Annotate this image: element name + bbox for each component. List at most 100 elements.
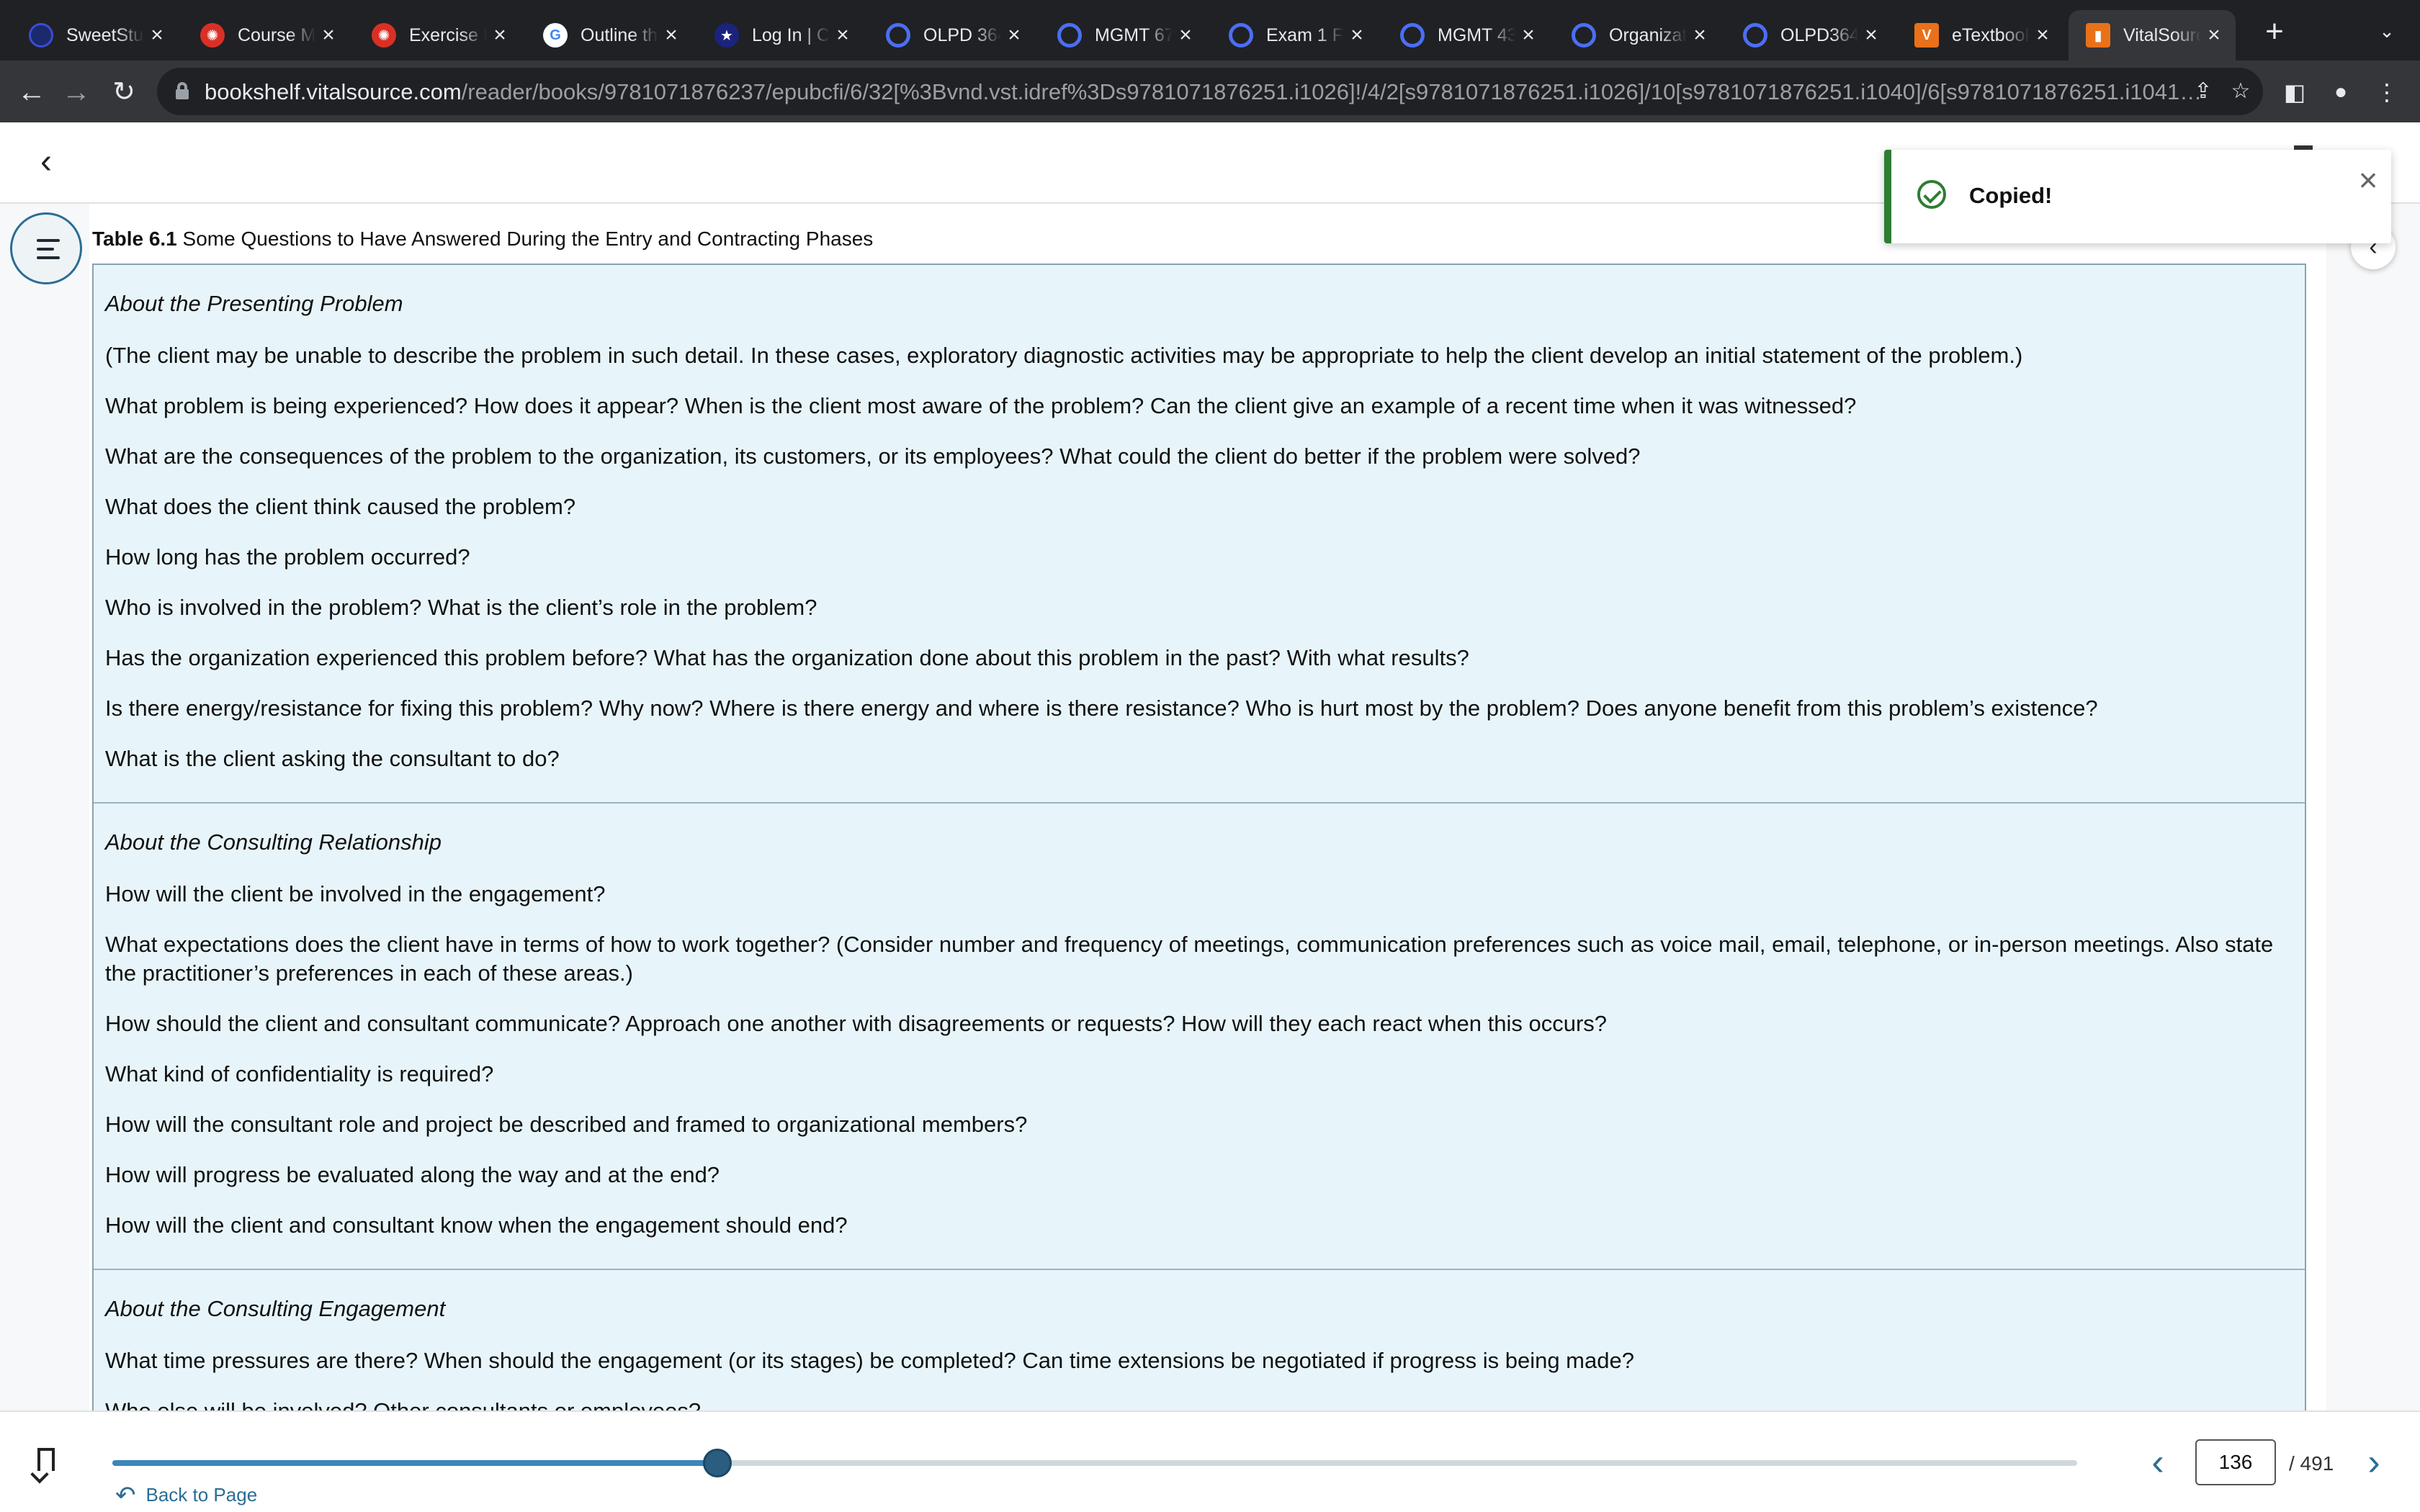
forward-arrow-icon[interactable]: → [58, 73, 95, 111]
share-icon[interactable]: ⇪ [2188, 76, 2218, 107]
undo-arrow-icon: ↶ [115, 1481, 136, 1509]
table-caption: Table 6.1 Some Questions to Have Answere… [92, 228, 873, 251]
table-caption-label: Table 6.1 [92, 228, 177, 250]
tab-close-icon[interactable]: × [144, 22, 170, 48]
browser-tab[interactable]: ▮ VitalSource× [2069, 10, 2236, 60]
tab-title: Organizational [1609, 24, 1687, 45]
tab-search-chevron-icon[interactable]: ⌄ [2374, 20, 2400, 46]
browser-toolbar: ← → ↻ bookshelf.vitalsource.com/reader/b… [0, 60, 2420, 122]
browser-tab[interactable]: Organizational× [1554, 10, 1721, 60]
question-item: Has the organization experienced this pr… [105, 645, 1469, 670]
previous-page-chevron-icon[interactable]: ‹ [2142, 1442, 2174, 1485]
tab-favicon-icon: ★ [714, 23, 739, 48]
toc-icon-line [37, 239, 60, 242]
more-menu-icon[interactable]: ⋮ [2371, 76, 2403, 108]
tab-favicon-icon: ▮ [2086, 23, 2110, 48]
question-item: What expectations does the client have i… [105, 932, 2274, 986]
tab-close-icon[interactable]: × [1687, 22, 1713, 48]
tab-close-icon[interactable]: × [830, 22, 856, 48]
tab-close-icon[interactable]: × [1515, 22, 1541, 48]
profile-avatar-icon[interactable]: ● [2325, 76, 2357, 108]
browser-tab[interactable]: OLPD 3640× [869, 10, 1036, 60]
tab-close-icon[interactable]: × [2201, 22, 2227, 48]
question-item: Who is involved in the problem? What is … [105, 595, 817, 620]
tab-title: Log In | Canvas [752, 24, 830, 45]
tab-close-icon[interactable]: × [1344, 22, 1370, 48]
bookmark-icon[interactable] [37, 1448, 55, 1471]
tab-close-icon[interactable]: × [658, 22, 684, 48]
lock-icon[interactable] [176, 82, 189, 99]
back-arrow-icon[interactable]: ← [13, 73, 50, 111]
browser-tab[interactable]: MGMT 6700× [1040, 10, 1207, 60]
page-total: / 491 [2289, 1452, 2334, 1475]
copied-toast: Copied! × [1884, 150, 2391, 243]
tab-close-icon[interactable]: × [487, 22, 513, 48]
check-circle-icon [1917, 180, 1946, 209]
table-section: About the Consulting Relationship How wil… [94, 804, 2305, 1270]
question-item: What does the client think caused the pr… [105, 494, 576, 519]
left-rail [0, 204, 89, 1410]
browser-tab[interactable]: G Outline the× [526, 10, 693, 60]
page-slider-fill [112, 1460, 718, 1466]
tab-favicon-icon [1743, 23, 1767, 48]
tab-favicon-icon: V [1914, 23, 1939, 48]
tab-title: eTextbook [1952, 24, 2030, 45]
page-slider[interactable] [112, 1449, 2077, 1477]
section-heading: About the Consulting Relationship [105, 829, 442, 855]
browser-tab[interactable]: SweetStudy× [12, 10, 179, 60]
tab-favicon-icon [1400, 23, 1425, 48]
browser-tab[interactable]: ✺ Exercise Instructions× [354, 10, 521, 60]
tab-close-icon[interactable]: × [2030, 22, 2056, 48]
section-heading: About the Consulting Engagement [105, 1296, 446, 1321]
table-section: About the Consulting Engagement What time… [94, 1270, 2305, 1414]
new-tab-button[interactable]: + [2259, 16, 2290, 48]
question-item: What are the consequences of the problem… [105, 444, 1641, 469]
question-item: How should the client and consultant com… [105, 1011, 1608, 1036]
tab-close-icon[interactable]: × [1173, 22, 1198, 48]
question-item: Is there energy/resistance for fixing th… [105, 696, 2098, 721]
page-slider-thumb[interactable] [703, 1449, 732, 1477]
url-text[interactable]: bookshelf.vitalsource.com/reader/books/9… [205, 79, 2207, 105]
browser-tab-strip: SweetStudy×✺Course Modules×✺Exercise Ins… [0, 0, 2420, 60]
next-page-chevron-icon[interactable]: › [2358, 1442, 2390, 1485]
tab-favicon-icon [886, 23, 910, 48]
close-icon[interactable]: × [2352, 163, 2384, 197]
reader-footer: ↶ Back to Page ‹ 136 / 491 › [0, 1410, 2420, 1512]
tab-close-icon[interactable]: × [315, 22, 341, 48]
question-item: What kind of confidentiality is required… [105, 1061, 494, 1086]
browser-tab[interactable]: ★ Log In | Canvas× [697, 10, 864, 60]
side-panel-icon[interactable]: ◧ [2279, 76, 2311, 108]
question-item: What is the client asking the consultant… [105, 746, 560, 771]
url-host: bookshelf.vitalsource.com [205, 79, 462, 104]
tab-close-icon[interactable]: × [1001, 22, 1027, 48]
reload-icon[interactable]: ↻ [105, 73, 143, 111]
tab-favicon-icon: ✺ [372, 23, 396, 48]
toc-icon-line [37, 248, 54, 251]
address-bar[interactable]: bookshelf.vitalsource.com/reader/books/9… [157, 68, 2263, 115]
bookmark-star-icon[interactable]: ☆ [2226, 76, 2256, 107]
question-item: How will the consultant role and project… [105, 1112, 1028, 1137]
browser-tab[interactable]: ✺ Course Modules× [183, 10, 350, 60]
tab-close-icon[interactable]: × [1858, 22, 1884, 48]
tab-favicon-icon [29, 23, 53, 48]
tab-favicon-icon [1057, 23, 1082, 48]
question-item: How will progress be evaluated along the… [105, 1162, 720, 1187]
page-number-input[interactable]: 136 [2195, 1439, 2276, 1485]
tab-favicon-icon: ✺ [200, 23, 225, 48]
question-item: (The client may be unable to describe th… [105, 343, 2023, 368]
tab-title: OLPD3640 [1780, 24, 1858, 45]
tab-title: SweetStudy [66, 24, 144, 45]
questions-table: About the Presenting Problem (The client … [92, 264, 2306, 1416]
back-to-page-link[interactable]: ↶ Back to Page [115, 1481, 258, 1509]
browser-tab[interactable]: OLPD3640× [1726, 10, 1893, 60]
table-of-contents-button[interactable] [10, 212, 82, 284]
browser-tab[interactable]: MGMT 4300× [1383, 10, 1550, 60]
browser-tab[interactable]: Exam 1 Flashcards× [1211, 10, 1379, 60]
question-item: How will the client and consultant know … [105, 1212, 848, 1238]
tab-favicon-icon [1572, 23, 1596, 48]
tab-title: Outline the [581, 24, 658, 45]
browser-tab[interactable]: VeTextbook × [1897, 10, 2064, 60]
reader-back-chevron-icon[interactable]: ‹ [32, 145, 60, 179]
toc-icon-line [37, 256, 60, 259]
back-to-page-label: Back to Page [145, 1484, 258, 1506]
